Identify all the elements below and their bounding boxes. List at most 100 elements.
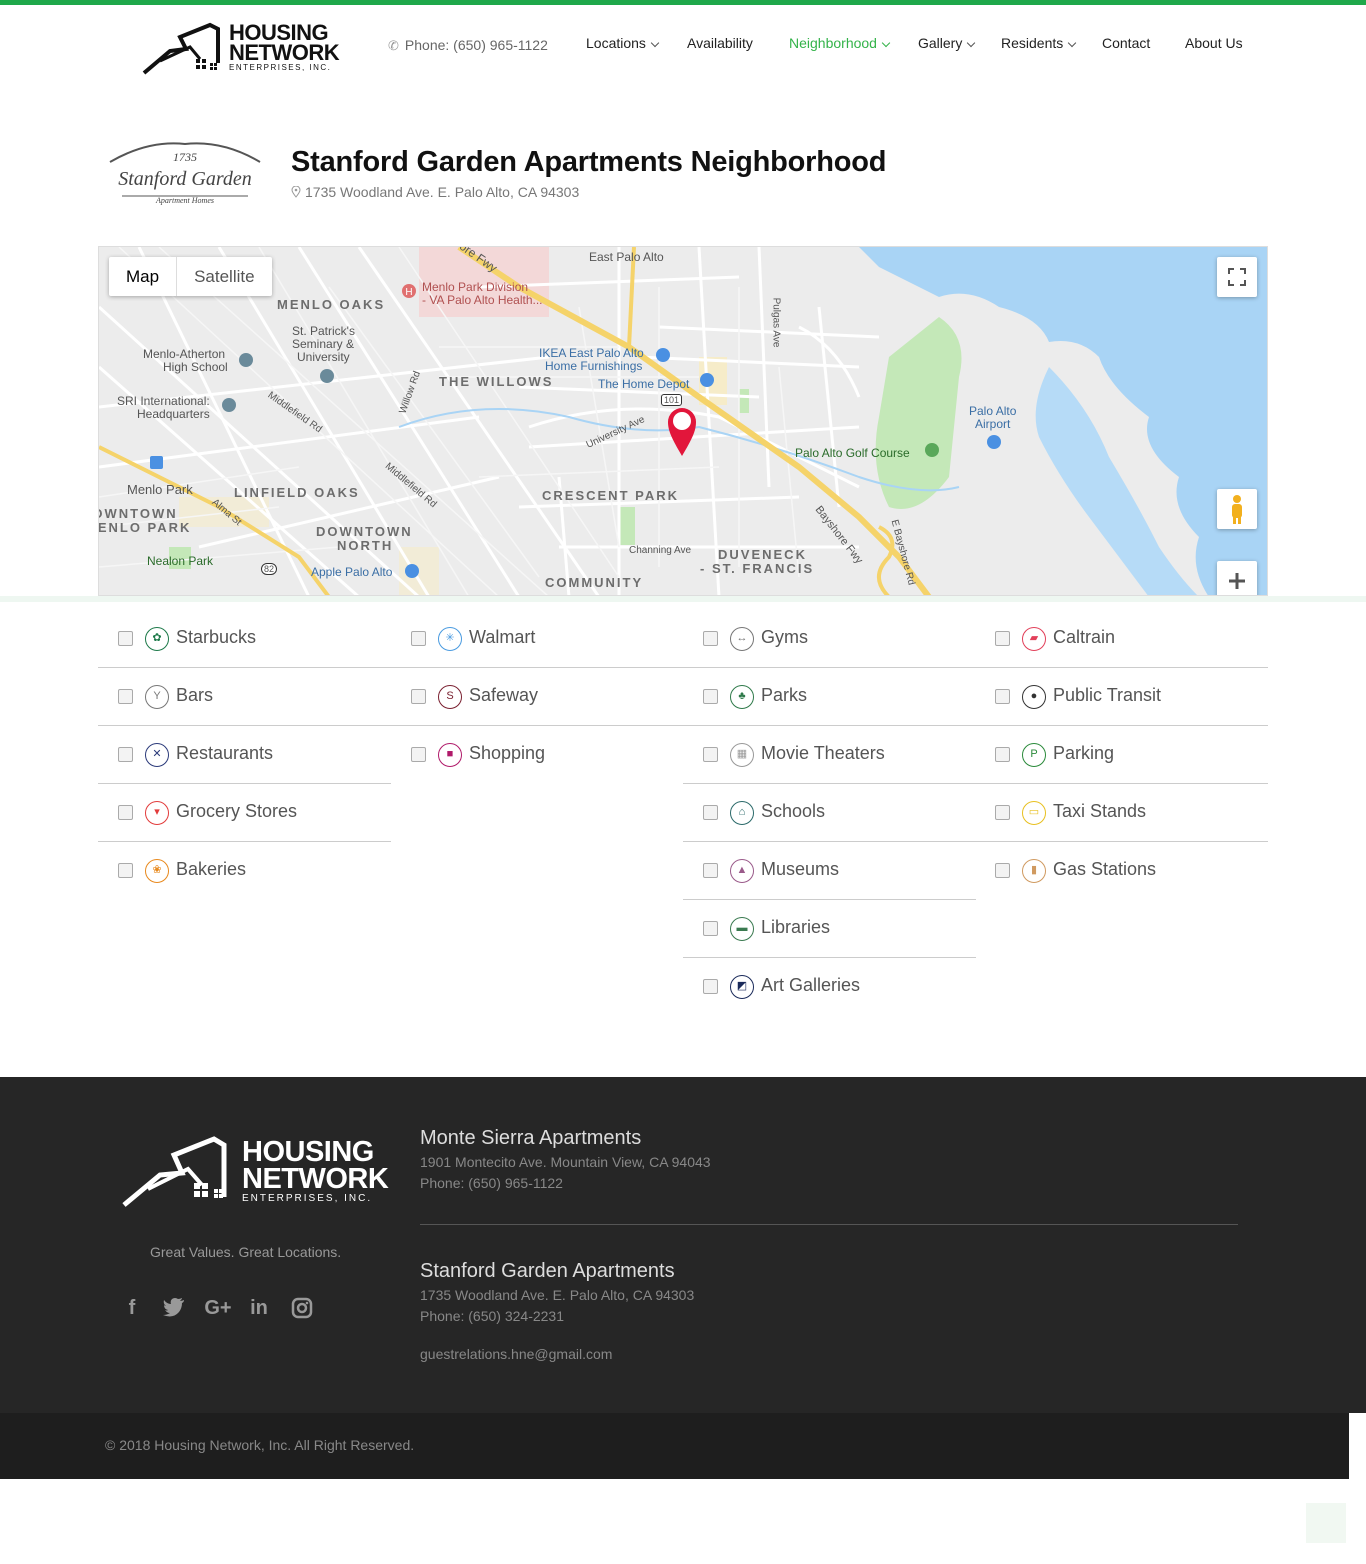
- map-label-va-2: - VA Palo Alto Health...: [422, 293, 543, 307]
- amenity-checkbox-safeway[interactable]: [411, 689, 426, 704]
- amenity-checkbox-public-transit[interactable]: [995, 689, 1010, 704]
- amenity-row-museums[interactable]: ▲ Museums: [683, 842, 976, 900]
- amenity-checkbox-caltrain[interactable]: [995, 631, 1010, 646]
- map-type-map-button[interactable]: Map: [109, 257, 178, 296]
- amenity-row-shopping[interactable]: ■ Shopping: [391, 726, 684, 784]
- amenity-row-public-transit[interactable]: ● Public Transit: [975, 668, 1268, 726]
- amenity-checkbox-starbucks[interactable]: [118, 631, 133, 646]
- map-label-golf-course: Palo Alto Golf Course: [795, 446, 910, 460]
- amenity-row-grocery-stores[interactable]: ▾ Grocery Stores: [98, 784, 391, 842]
- amenity-label-schools: Schools: [761, 801, 826, 821]
- google-plus-icon[interactable]: G+: [201, 1297, 235, 1321]
- amenity-label-gas-stations: Gas Stations: [1053, 859, 1157, 879]
- page-title: Stanford Garden Apartments Neighborhood: [291, 146, 887, 178]
- footer-location-phone-2[interactable]: Phone: (650) 324-2231: [420, 1308, 564, 1324]
- nav-about-us[interactable]: About Us: [1185, 35, 1243, 51]
- amenity-checkbox-parks[interactable]: [703, 689, 718, 704]
- amenity-checkbox-taxi-stands[interactable]: [995, 805, 1010, 820]
- footer-logo-line1: HOUSING: [242, 1136, 374, 1168]
- map-label-linfield-oaks: LINFIELD OAKS: [234, 485, 360, 500]
- map-label-ikea-1: IKEA East Palo Alto: [539, 346, 644, 360]
- hospital-icon: H: [402, 284, 416, 298]
- nav-contact[interactable]: Contact: [1102, 35, 1150, 51]
- amenity-checkbox-walmart[interactable]: [411, 631, 426, 646]
- amenity-row-libraries[interactable]: ▬ Libraries: [683, 900, 976, 958]
- amenity-row-art-galleries[interactable]: ◩ Art Galleries: [683, 958, 976, 1016]
- nav-neighborhood[interactable]: Neighborhood: [789, 35, 891, 51]
- amenity-column-3: ↔ Gyms ♣ Parks ▦ Movie Theaters ⌂ Schools ▲ Museu…: [683, 610, 976, 1016]
- amenity-checkbox-bars[interactable]: [118, 689, 133, 704]
- map-label-airport-2: Airport: [975, 417, 1011, 431]
- logo-house-icon: [142, 22, 220, 75]
- footer-logo[interactable]: HOUSING NETWORK ENTERPRISES, INC.: [122, 1127, 389, 1217]
- map-label-hwy-101: 101: [661, 394, 683, 406]
- amenity-checkbox-shopping[interactable]: [411, 747, 426, 762]
- nav-about-label: About Us: [1185, 35, 1243, 51]
- amenity-row-walmart[interactable]: ✳ Walmart: [391, 610, 684, 668]
- amenity-checkbox-parking[interactable]: [995, 747, 1010, 762]
- header-phone[interactable]: ✆ Phone: (650) 965-1122: [388, 37, 548, 54]
- amenity-row-schools[interactable]: ⌂ Schools: [683, 784, 976, 842]
- train-icon: ▰: [1022, 627, 1046, 651]
- amenity-column-4: ▰ Caltrain ● Public Transit P Parking ▭ Taxi St…: [975, 610, 1268, 900]
- amenity-row-parking[interactable]: P Parking: [975, 726, 1268, 784]
- amenity-checkbox-gyms[interactable]: [703, 631, 718, 646]
- housing-network-logo[interactable]: HOUSING NETWORK ENTERPRISES, INC.: [140, 15, 340, 75]
- footer-location-name-2[interactable]: Stanford Garden Apartments: [420, 1260, 675, 1283]
- amenity-checkbox-libraries[interactable]: [703, 921, 718, 936]
- chevron-down-icon: [967, 38, 976, 48]
- footer-location-name-1[interactable]: Monte Sierra Apartments: [420, 1127, 641, 1150]
- amenity-row-bars[interactable]: Y Bars: [98, 668, 391, 726]
- amenity-checkbox-gas-stations[interactable]: [995, 863, 1010, 878]
- footer-location-phone-1[interactable]: Phone: (650) 965-1122: [420, 1175, 563, 1191]
- map-label-downtown-menlo-2: MENLO PARK: [98, 520, 192, 535]
- painting-icon: ◩: [730, 975, 754, 999]
- phone-text: Phone: (650) 965-1122: [404, 37, 548, 53]
- chevron-down-icon: [1068, 38, 1077, 48]
- map-label-duveneck-2: - ST. FRANCIS: [700, 561, 815, 576]
- amenity-checkbox-restaurants[interactable]: [118, 747, 133, 762]
- zoom-in-button[interactable]: [1217, 561, 1257, 595]
- map-label-downtown-menlo-1: DOWNTOWN: [99, 506, 178, 521]
- amenity-row-caltrain[interactable]: ▰ Caltrain: [975, 610, 1268, 668]
- amenity-checkbox-museums[interactable]: [703, 863, 718, 878]
- amenity-row-bakeries[interactable]: ❀ Bakeries: [98, 842, 391, 900]
- map-type-satellite-button[interactable]: Satellite: [177, 257, 271, 296]
- amenity-row-safeway[interactable]: S Safeway: [391, 668, 684, 726]
- amenity-row-movie-theaters[interactable]: ▦ Movie Theaters: [683, 726, 976, 784]
- nav-locations[interactable]: Locations: [586, 35, 660, 51]
- amenity-row-parks[interactable]: ♣ Parks: [683, 668, 976, 726]
- nav-residents[interactable]: Residents: [1001, 35, 1077, 51]
- instagram-icon[interactable]: [290, 1297, 314, 1321]
- amenity-checkbox-schools[interactable]: [703, 805, 718, 820]
- chevron-down-icon: [650, 38, 660, 48]
- amenity-row-taxi-stands[interactable]: ▭ Taxi Stands: [975, 784, 1268, 842]
- map-pin-icon: [291, 186, 301, 198]
- amenity-checkbox-movie-theaters[interactable]: [703, 747, 718, 762]
- facebook-icon[interactable]: f: [120, 1297, 144, 1321]
- amenity-row-gas-stations[interactable]: ▮ Gas Stations: [975, 842, 1268, 900]
- map-label-menlo-park: Menlo Park: [127, 482, 193, 497]
- nav-gallery[interactable]: Gallery: [918, 35, 976, 51]
- twitter-icon[interactable]: [162, 1297, 186, 1321]
- map-label-pulgas-ave: Pulgas Ave: [770, 297, 782, 348]
- property-map-marker[interactable]: [667, 407, 697, 462]
- amenity-row-restaurants[interactable]: ✕ Restaurants: [98, 726, 391, 784]
- store-map-icon: [405, 564, 419, 578]
- back-to-top-button[interactable]: [1306, 1503, 1346, 1543]
- fullscreen-button[interactable]: [1217, 257, 1257, 297]
- amenity-row-gyms[interactable]: ↔ Gyms: [683, 610, 976, 668]
- amenity-checkbox-grocery-stores[interactable]: [118, 805, 133, 820]
- amenity-checkbox-art-galleries[interactable]: [703, 979, 718, 994]
- linkedin-icon[interactable]: in: [247, 1297, 271, 1321]
- fullscreen-icon: [1228, 268, 1246, 286]
- amenity-checkbox-bakeries[interactable]: [118, 863, 133, 878]
- neighborhood-map[interactable]: East Palo Alto ore Fwy MENLO OAKS Menlo …: [98, 246, 1268, 596]
- map-label-ikea-2: Home Furnishings: [545, 359, 643, 373]
- street-view-button[interactable]: [1217, 489, 1257, 529]
- amenity-row-starbucks[interactable]: ✿ Starbucks: [98, 610, 391, 668]
- nav-availability[interactable]: Availability: [687, 35, 753, 51]
- map-label-st-patricks-2: Seminary &: [292, 337, 355, 351]
- footer-email-link[interactable]: guestrelations.hne@gmail.com: [420, 1346, 612, 1362]
- instagram-camera-shape: [291, 1297, 313, 1319]
